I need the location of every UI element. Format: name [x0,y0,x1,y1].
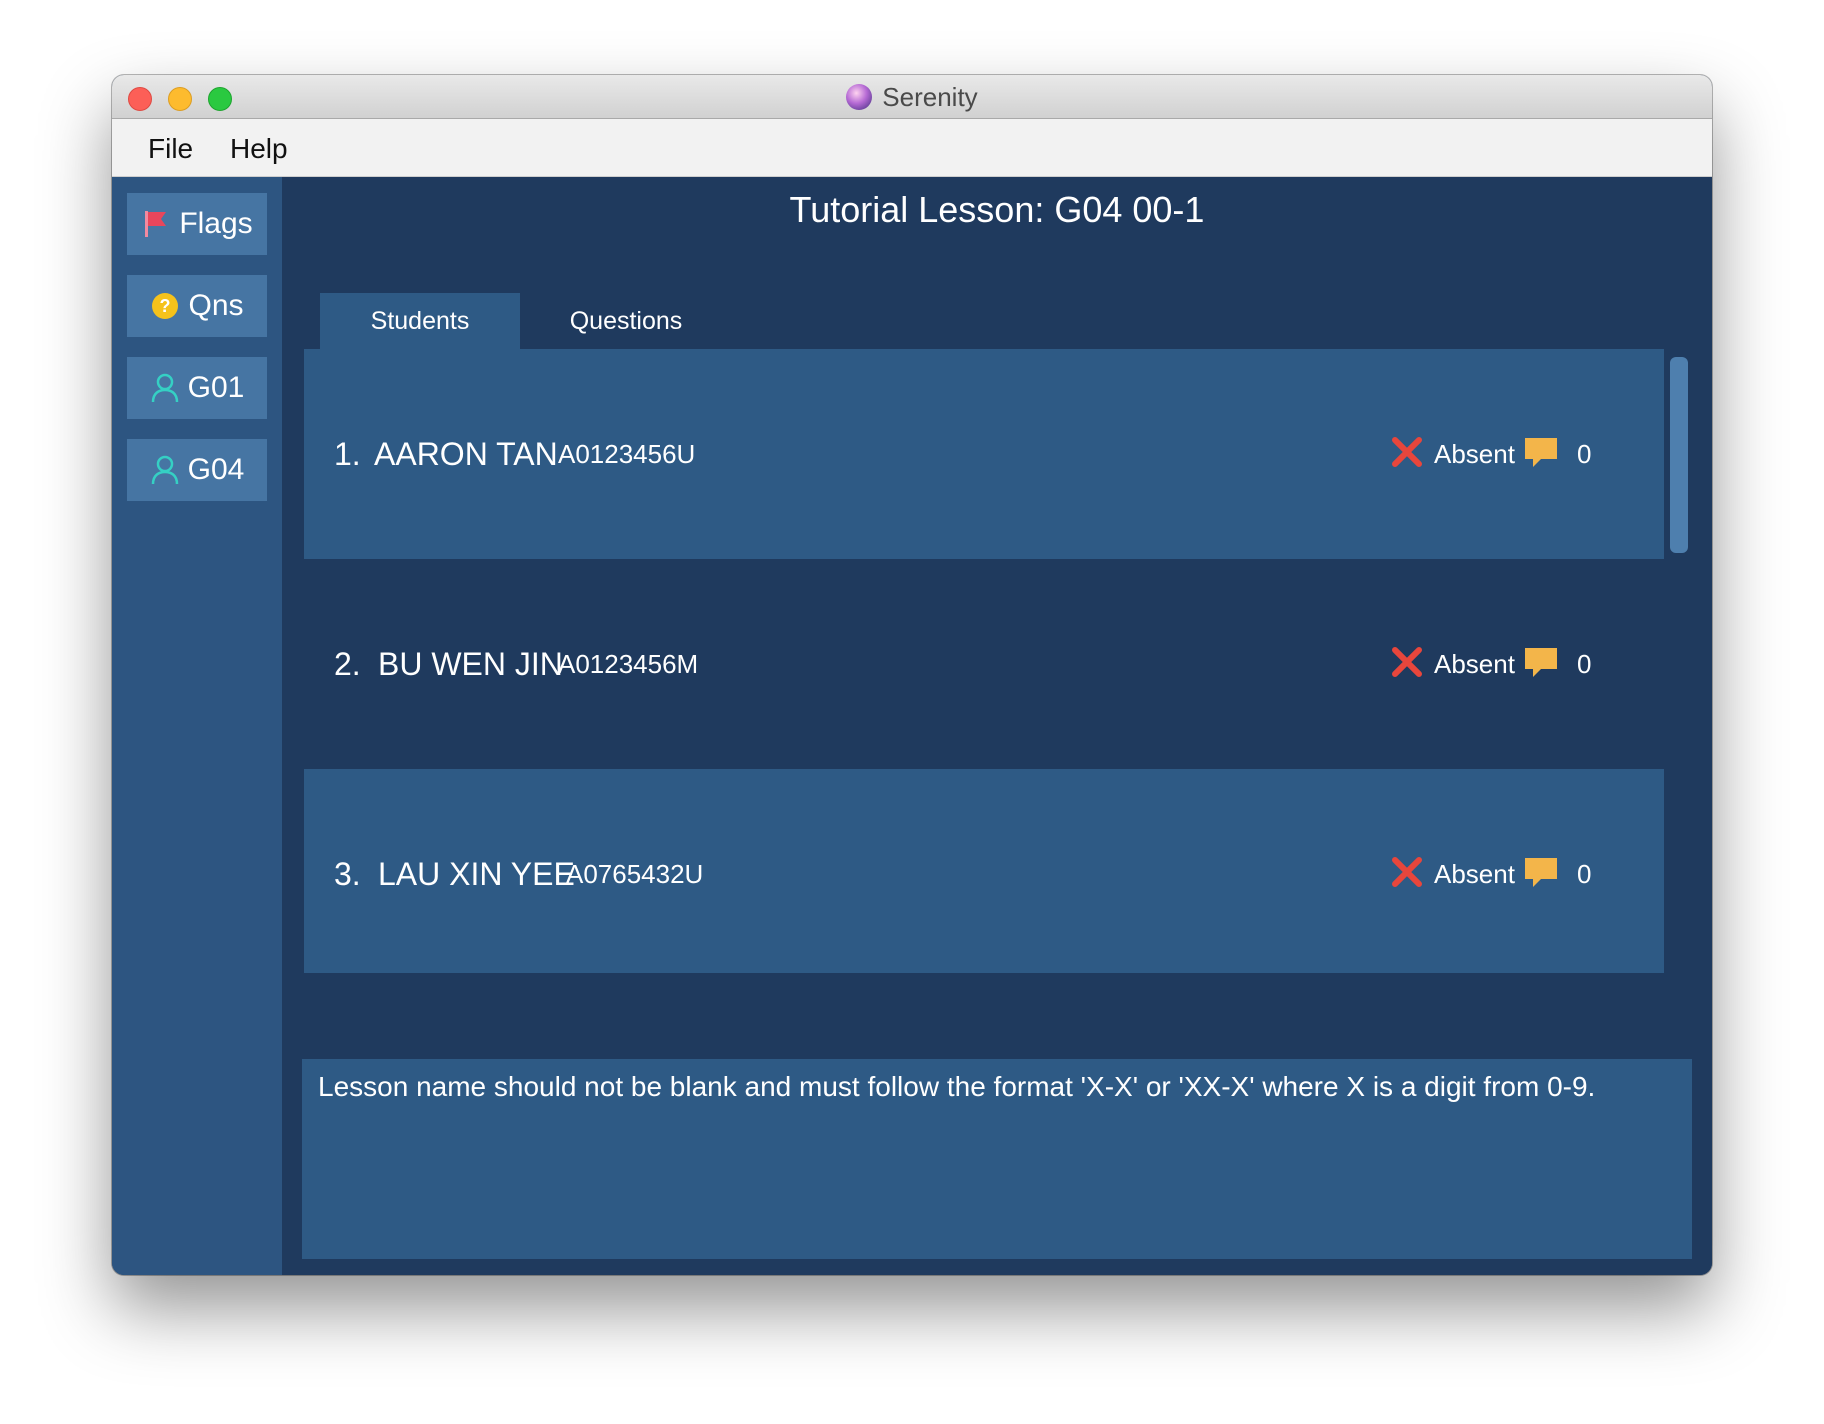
student-name: AARON TAN [374,435,558,472]
user-icon [150,455,180,485]
participation-count: 0 [1576,648,1592,679]
comment-icon [1523,435,1559,474]
cross-icon [1390,435,1424,474]
attendance-status: Absent 0 [1390,435,1591,474]
attendance-label: Absent [1434,858,1515,889]
student-list[interactable]: 1. AARON TAN A0123456U Absent 0 2. BU WE… [304,349,1664,973]
menu-bar: File Help [112,119,1712,177]
cross-icon [1390,855,1424,894]
result-display: Lesson name should not be blank and must… [302,1059,1692,1259]
page-title: Tutorial Lesson: G04 00-1 [789,189,1205,230]
tab-students[interactable]: Students [320,293,520,349]
app-logo-icon [846,84,873,110]
flag-icon [141,209,171,239]
sidebar-item-g04[interactable]: G04 [127,439,267,501]
student-id: A0765432U [566,858,704,889]
student-name: BU WEN JIN [378,645,563,682]
cross-icon [1390,645,1424,684]
sidebar-item-label: Qns [188,289,244,322]
sidebar-item-label: G01 [187,371,245,404]
main-panel: Tutorial Lesson: G04 00-1 Students Quest… [282,177,1712,1275]
student-index: 3. [334,855,361,892]
menu-help[interactable]: Help [224,131,294,167]
student-id: A0123456M [558,648,699,679]
tab-questions[interactable]: Questions [526,293,726,349]
sidebar: Flags ? Qns G01 G04 [112,177,282,1275]
question-icon: ? [150,291,180,321]
user-icon [150,373,180,403]
list-item[interactable]: 3. LAU XIN YEE A0765432U Absent 0 [304,769,1664,973]
student-name: LAU XIN YEE [378,855,575,892]
student-index: 1. [334,435,361,472]
list-scrollbar[interactable] [1670,357,1688,553]
attendance-status: Absent 0 [1390,855,1591,894]
list-item[interactable]: 2. BU WEN JIN A0123456M Absent 0 [304,559,1664,769]
comment-icon [1523,855,1559,894]
sidebar-item-label: Flags [179,207,253,240]
participation-count: 0 [1576,858,1592,889]
attendance-status: Absent 0 [1390,645,1591,684]
list-item[interactable]: 1. AARON TAN A0123456U Absent 0 [304,349,1664,559]
window-title: Serenity [882,81,978,112]
sidebar-item-label: G04 [187,453,245,486]
comment-icon [1523,645,1559,684]
sidebar-item-flags[interactable]: Flags [127,193,267,255]
title-bar: Serenity [112,75,1712,119]
sidebar-item-questions[interactable]: ? Qns [127,275,267,337]
menu-file[interactable]: File [142,131,199,167]
participation-count: 0 [1576,438,1592,469]
attendance-label: Absent [1434,438,1515,469]
student-id: A0123456U [558,438,696,469]
student-index: 2. [334,645,361,682]
attendance-label: Absent [1434,648,1515,679]
app-window: Serenity File Help Flags ? Qns G01 G04 T… [112,75,1712,1275]
svg-text:?: ? [160,296,171,316]
window-title-group: Serenity [112,75,1712,119]
sidebar-item-g01[interactable]: G01 [127,357,267,419]
